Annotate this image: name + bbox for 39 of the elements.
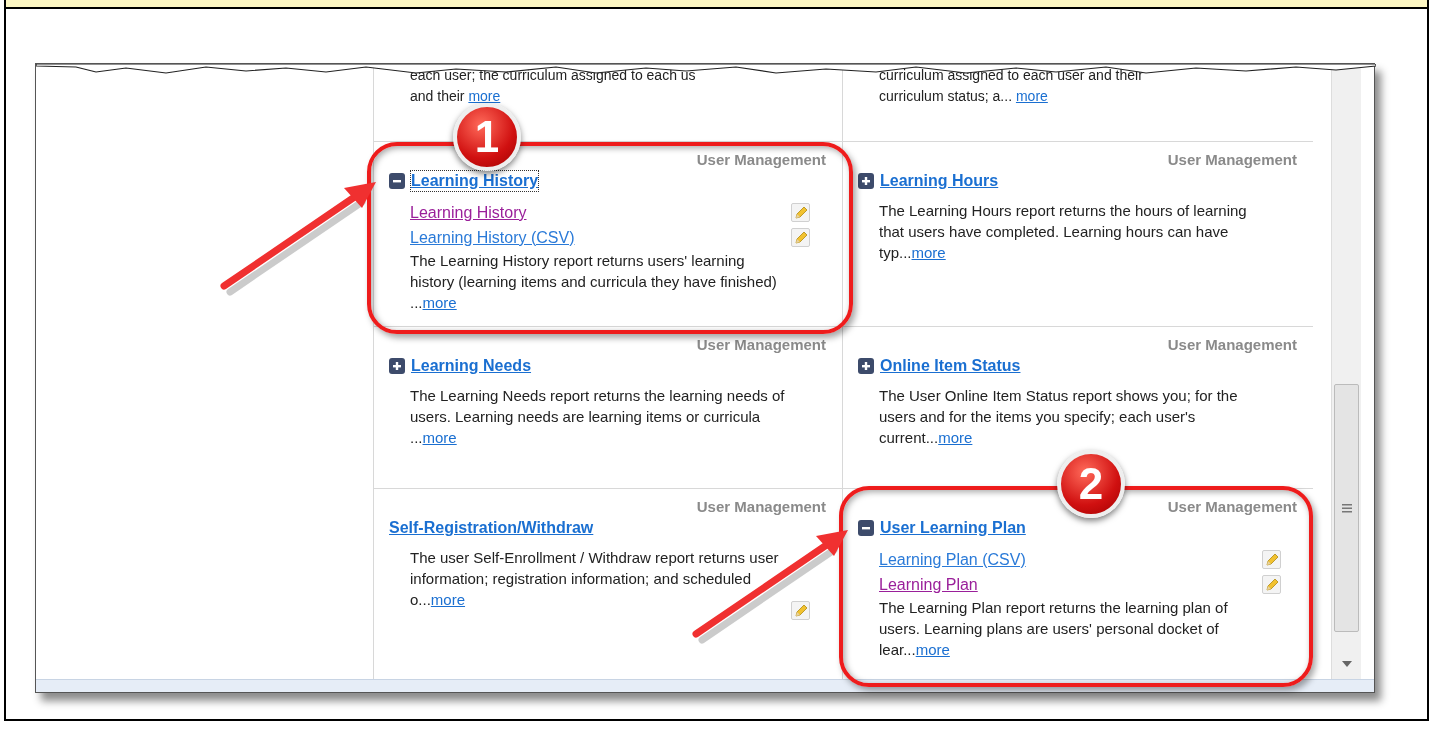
more-link[interactable]: more <box>1015 88 1048 104</box>
report-title-link[interactable]: Learning Needs <box>411 356 532 376</box>
category-label: User Management <box>696 497 826 517</box>
report-description: The user Self-Enrollment / Withdraw report returns user information; registration information; and scheduled o...more <box>410 548 780 610</box>
report-description: The Learning Hours report returns the hours of learning that users have completed. Learning hours can have typ...more <box>879 201 1248 263</box>
report-title-link[interactable]: Self-Registration/Withdraw <box>389 518 594 538</box>
more-link[interactable]: more <box>430 591 466 608</box>
category-label: User Management <box>1167 150 1297 170</box>
report-link[interactable]: Learning History (CSV) <box>410 225 575 250</box>
more-link[interactable]: more <box>938 429 973 446</box>
category-label: User Management <box>696 150 826 170</box>
collapse-icon[interactable] <box>389 173 405 189</box>
category-label: User Management <box>696 335 826 355</box>
scroll-down-icon[interactable] <box>1341 661 1352 667</box>
report-description: The Learning Plan report returns the learning plan of users. Learning plans are users' personal docket of lear...more <box>879 598 1229 660</box>
report-link[interactable]: Learning Plan <box>879 572 978 597</box>
expand-icon[interactable] <box>858 358 874 374</box>
category-label: User Management <box>1167 335 1297 355</box>
more-link[interactable]: more <box>422 294 457 311</box>
grip-icon <box>1341 503 1352 513</box>
report-description: The Learning History report returns users' learning history (learning items and curricula they have finished) ...more <box>410 251 778 313</box>
report-link[interactable]: Learning History <box>410 200 527 225</box>
expand-icon[interactable] <box>858 173 874 189</box>
report-title-link[interactable]: Learning History <box>411 171 539 191</box>
number-badge: 2 <box>1057 450 1125 518</box>
report-title-link[interactable]: User Learning Plan <box>880 518 1026 538</box>
report-description: The User Online Item Status report shows you; for the users and for the items you specify; each user's current...more <box>879 386 1239 448</box>
report-title-link[interactable]: Online Item Status <box>880 356 1021 376</box>
expand-icon[interactable] <box>389 358 405 374</box>
more-link[interactable]: more <box>468 88 501 104</box>
report-link[interactable]: Learning Plan (CSV) <box>879 547 1026 572</box>
category-label: User Management <box>1167 497 1297 517</box>
more-link[interactable]: more <box>911 244 946 261</box>
report-description: The Learning Needs report returns the learning needs of users. Learning needs are learning items or curricula ...more <box>410 386 785 448</box>
report-title-link[interactable]: Learning Hours <box>880 171 999 191</box>
more-link[interactable]: more <box>422 429 457 446</box>
number-badge: 1 <box>453 103 521 171</box>
collapse-icon[interactable] <box>858 520 874 536</box>
more-link[interactable]: more <box>915 641 950 658</box>
